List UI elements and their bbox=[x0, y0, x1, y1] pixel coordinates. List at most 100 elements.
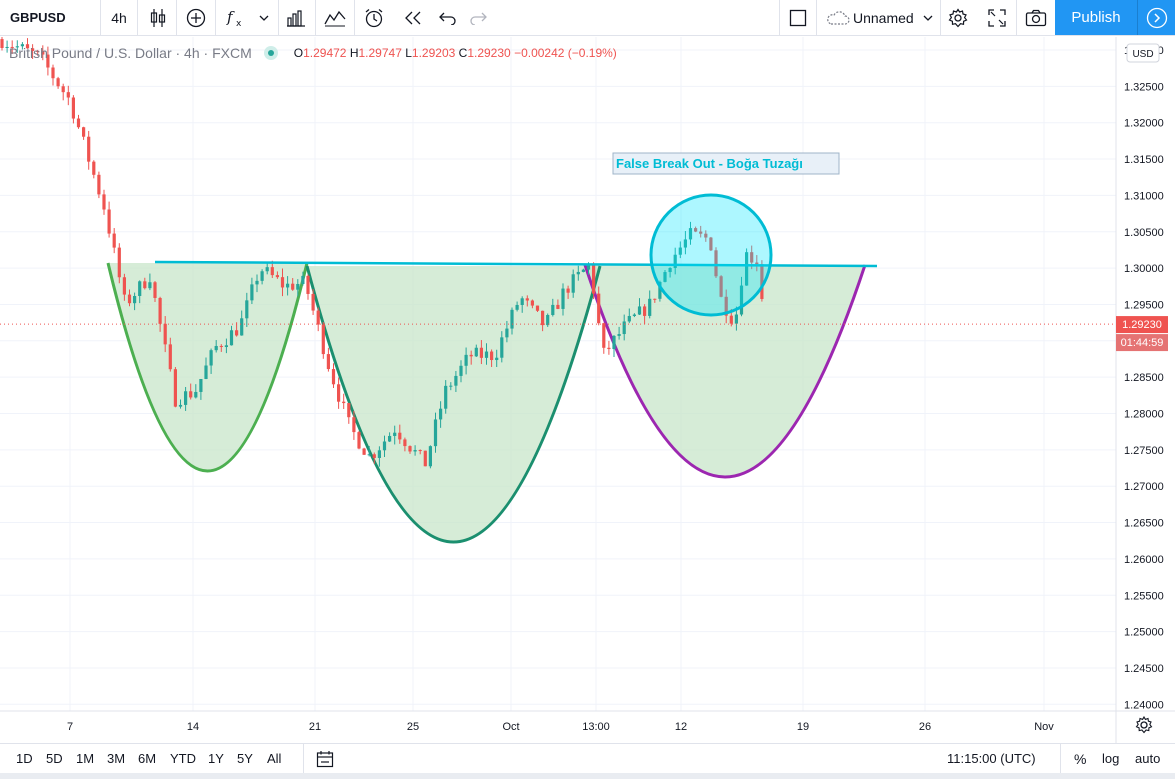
price-tick-label: 1.31500 bbox=[1124, 154, 1164, 166]
candle-body bbox=[51, 67, 55, 79]
go-to-date-icon[interactable] bbox=[316, 744, 334, 773]
candle-body bbox=[97, 174, 101, 195]
candle-body bbox=[607, 347, 611, 350]
candle-body bbox=[510, 309, 514, 329]
ohlc-values: O1.29472 H1.29747 L1.29203 C1.29230 −0.0… bbox=[294, 46, 617, 60]
range-button-5y[interactable]: 5Y bbox=[237, 744, 253, 773]
candle-body bbox=[270, 267, 274, 276]
candle-body bbox=[408, 446, 412, 452]
chevron-down-icon[interactable] bbox=[255, 0, 273, 35]
candle-body bbox=[459, 365, 463, 376]
false-breakout-circle bbox=[649, 193, 773, 317]
auto-toggle[interactable]: auto bbox=[1135, 744, 1160, 773]
candle-body bbox=[571, 274, 575, 293]
price-tick-label: 1.32500 bbox=[1124, 81, 1164, 93]
candle-body bbox=[229, 330, 234, 346]
candle-body bbox=[352, 417, 356, 433]
candle-body bbox=[158, 297, 162, 324]
candle-body bbox=[117, 247, 121, 278]
candle-body bbox=[316, 310, 320, 325]
candle-body bbox=[71, 97, 75, 119]
currency-badge: USD bbox=[1132, 49, 1153, 60]
price-tick-label: 1.28500 bbox=[1124, 372, 1164, 384]
candles-icon[interactable] bbox=[145, 0, 171, 35]
toolbar-divider bbox=[1060, 744, 1061, 773]
range-button-5d[interactable]: 5D bbox=[46, 744, 63, 773]
range-button-1y[interactable]: 1Y bbox=[208, 744, 224, 773]
compare-icon[interactable] bbox=[321, 0, 349, 35]
candle-body bbox=[581, 269, 585, 272]
time-tick-label: 13:00 bbox=[582, 721, 610, 733]
range-button-6m[interactable]: 6M bbox=[138, 744, 156, 773]
candle-body bbox=[280, 277, 285, 288]
indicators-icon[interactable]: fx bbox=[222, 0, 250, 35]
price-chart[interactable]: False Break Out - Boğa Tuzağı 1.330001.3… bbox=[0, 37, 1175, 743]
candle-body bbox=[321, 324, 325, 355]
symbol-description[interactable]: British Pound / U.S. Dollar · 4h · FXCM bbox=[9, 45, 252, 61]
candle-body bbox=[398, 432, 402, 440]
candle-body bbox=[260, 271, 264, 281]
symbol-search-button[interactable]: GBPUSD bbox=[10, 0, 66, 35]
candle-body bbox=[627, 315, 631, 322]
candle-body bbox=[428, 446, 432, 467]
range-button-3m[interactable]: 3M bbox=[107, 744, 125, 773]
candle-body bbox=[275, 275, 279, 278]
range-button-1m[interactable]: 1M bbox=[76, 744, 94, 773]
candle-body bbox=[382, 441, 387, 451]
candle-body bbox=[372, 454, 376, 458]
candle-body bbox=[255, 280, 259, 285]
window-bottom-edge bbox=[0, 773, 1175, 779]
range-button-1d[interactable]: 1D bbox=[16, 744, 33, 773]
undo-icon[interactable] bbox=[436, 0, 460, 35]
candle-body bbox=[729, 315, 733, 324]
price-tick-label: 1.32000 bbox=[1124, 118, 1164, 130]
candle-body bbox=[454, 375, 458, 386]
candle-body bbox=[296, 283, 300, 290]
range-button-ytd[interactable]: YTD bbox=[170, 744, 196, 773]
candle-body bbox=[250, 284, 254, 301]
candle-body bbox=[515, 304, 519, 310]
financials-icon[interactable] bbox=[282, 0, 310, 35]
fullscreen-square-icon[interactable] bbox=[786, 0, 810, 35]
candle-body bbox=[102, 194, 106, 210]
layout-name[interactable]: Unnamed bbox=[853, 0, 914, 35]
candle-body bbox=[566, 288, 570, 293]
compare-add-icon[interactable] bbox=[183, 0, 209, 35]
publish-button[interactable]: Publish bbox=[1055, 0, 1137, 35]
candle-body bbox=[173, 369, 177, 407]
toolbar-divider bbox=[303, 744, 304, 773]
time-tick-label: 14 bbox=[187, 721, 199, 733]
chart-settings-icon[interactable] bbox=[1135, 715, 1153, 734]
candle-body bbox=[551, 304, 555, 315]
low-label: L bbox=[405, 46, 412, 60]
toolbar-divider bbox=[278, 0, 279, 35]
range-button-all[interactable]: All bbox=[267, 744, 281, 773]
candle-body bbox=[133, 295, 137, 304]
gear-icon[interactable] bbox=[945, 0, 971, 35]
fullscreen-icon[interactable] bbox=[984, 0, 1010, 35]
log-toggle[interactable]: log bbox=[1102, 744, 1119, 773]
candle-body bbox=[423, 450, 427, 467]
candle-body bbox=[87, 136, 91, 162]
candle-body bbox=[204, 365, 208, 379]
candle-body bbox=[490, 351, 494, 361]
interval-button[interactable]: 4h bbox=[104, 0, 134, 35]
alert-clock-icon[interactable] bbox=[360, 0, 388, 35]
candle-body bbox=[66, 92, 70, 98]
candle-body bbox=[122, 277, 126, 295]
market-status-icon[interactable] bbox=[263, 46, 278, 60]
redo-icon[interactable] bbox=[466, 0, 490, 35]
replay-icon[interactable] bbox=[399, 0, 427, 35]
candle-body bbox=[357, 432, 361, 449]
candle-body bbox=[347, 403, 351, 418]
chevron-down-icon[interactable] bbox=[921, 0, 935, 35]
chart-pane[interactable]: False Break Out - Boğa Tuzağı 1.330001.3… bbox=[0, 37, 1175, 743]
percent-toggle[interactable]: % bbox=[1074, 744, 1086, 773]
candle-body bbox=[637, 306, 642, 315]
publish-menu-button[interactable] bbox=[1137, 0, 1175, 35]
utc-clock[interactable]: 11:15:00 (UTC) bbox=[947, 744, 1036, 773]
camera-icon[interactable] bbox=[1022, 0, 1050, 35]
price-tick-label: 1.24000 bbox=[1124, 699, 1164, 711]
candle-body bbox=[597, 293, 601, 324]
candle-body bbox=[418, 450, 422, 452]
